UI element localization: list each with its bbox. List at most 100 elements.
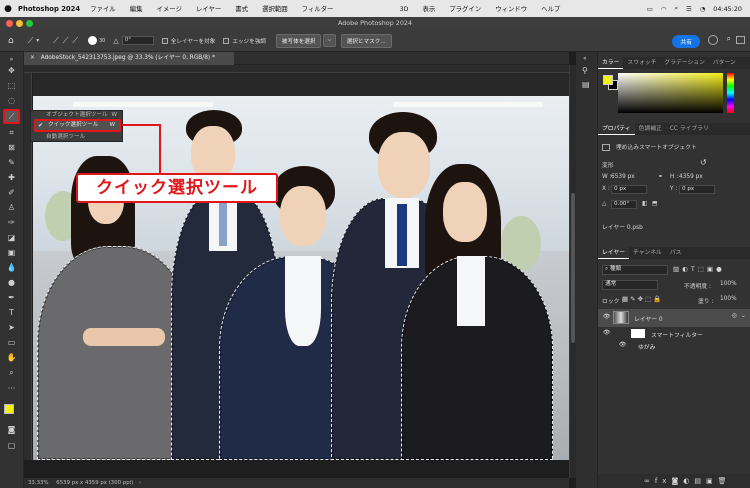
blend-mode-select[interactable]: 通常 <box>602 280 658 290</box>
pen-tool-icon[interactable]: ✒ <box>5 292 18 303</box>
move-tool-icon[interactable]: ✥ <box>5 65 18 76</box>
angle-field[interactable]: 0° <box>121 36 154 45</box>
healing-brush-tool-icon[interactable]: ✚ <box>5 172 18 183</box>
gradient-tool-icon[interactable]: ▣ <box>5 247 18 258</box>
learn-icon[interactable]: ⚲ <box>582 66 588 75</box>
tab-color[interactable]: カラー <box>598 57 624 69</box>
tab-libraries[interactable]: CC ライブラリ <box>666 123 713 135</box>
battery-icon[interactable]: ▭ <box>647 5 653 13</box>
link-icon[interactable]: ⚭ <box>658 174 663 180</box>
menu-plugins[interactable]: プラグイン <box>449 4 481 13</box>
dodge-tool-icon[interactable]: ● <box>5 277 18 288</box>
close-icon[interactable]: × <box>30 55 35 61</box>
chevron-right-icon[interactable]: › <box>139 480 141 486</box>
comments-icon[interactable]: ▤ <box>582 80 590 89</box>
filter-name[interactable]: ゆがみ <box>638 342 655 351</box>
hue-slider[interactable] <box>727 73 734 113</box>
share-button[interactable]: 共有 <box>672 35 700 48</box>
layer-filter-select[interactable]: ⌕ 種類 <box>602 265 668 275</box>
more-tools-icon[interactable]: ··· <box>5 383 18 394</box>
vertical-scrollbar[interactable] <box>569 65 576 478</box>
select-subject-button[interactable]: 被写体を選択 <box>275 33 322 48</box>
history-brush-tool-icon[interactable]: ✑ <box>5 217 18 228</box>
eraser-tool-icon[interactable]: ◪ <box>5 232 18 243</box>
photo-image[interactable] <box>33 96 569 460</box>
layers-footer-icons[interactable]: ∞fx◙◐▤▣🗑 <box>598 474 750 488</box>
flip-horizontal-icon[interactable]: ◧ <box>642 201 647 207</box>
eye-icon[interactable]: 👁 <box>603 330 610 336</box>
flip-vertical-icon[interactable]: ⬒ <box>652 201 657 207</box>
panel-foreground-swatch[interactable] <box>603 75 613 85</box>
enhance-edge-checkbox[interactable] <box>223 37 230 44</box>
clone-stamp-tool-icon[interactable]: ♙ <box>5 202 18 213</box>
tab-paths[interactable]: パス <box>666 247 686 259</box>
height-value[interactable]: 4359 px <box>679 174 703 180</box>
lasso-tool-icon[interactable]: ◌ <box>5 95 18 106</box>
smart-filter-label[interactable]: スマートフィルター <box>651 330 703 339</box>
frame-tool-icon[interactable]: ⊠ <box>5 142 18 153</box>
minimize-window-button[interactable] <box>16 20 23 27</box>
type-tool-icon[interactable]: T <box>5 307 18 318</box>
layer-row[interactable]: 👁 レイヤー 0 ◎ ⌄ <box>598 309 750 327</box>
document-tab[interactable]: × AdobeStock_542313753.jpeg @ 33.3% (レイヤ… <box>24 52 234 65</box>
x-field[interactable]: 0 px <box>611 185 647 194</box>
brush-picker-icon[interactable] <box>87 36 97 45</box>
foreground-color-swatch[interactable] <box>4 404 14 414</box>
add-selection-brush-icon[interactable]: ⟋ <box>63 36 69 46</box>
menu-view[interactable]: 表示 <box>422 4 435 13</box>
tab-properties[interactable]: プロパティ <box>598 123 635 135</box>
eye-icon[interactable]: 👁 <box>603 314 610 320</box>
layer-row[interactable]: 👁 ゆがみ <box>598 340 750 352</box>
y-field[interactable]: 0 px <box>679 185 715 194</box>
zoom-window-button[interactable] <box>26 20 33 27</box>
horizontal-ruler[interactable] <box>24 65 569 73</box>
flyout-item-magic-wand[interactable]: 自動選択ツール <box>34 133 121 142</box>
help-icon[interactable] <box>708 35 718 45</box>
collapse-arrows-icon[interactable]: « <box>583 55 587 62</box>
search-icon[interactable]: ⌕ <box>727 34 731 44</box>
screen-mode-icon[interactable]: ▢ <box>5 440 18 451</box>
tool-preset-icon[interactable]: ⟋ <box>28 36 34 46</box>
fill-value[interactable]: 100% <box>720 296 737 302</box>
home-icon[interactable]: ⌂ <box>8 36 14 46</box>
menu-app-name[interactable]: Photoshop 2024 <box>18 5 80 13</box>
tab-adjustments[interactable]: 色調補正 <box>635 123 666 135</box>
eye-icon[interactable]: 👁 <box>619 342 626 348</box>
select-and-mask-button[interactable]: 選択とマスク... <box>340 33 392 48</box>
path-selection-tool-icon[interactable]: ➤ <box>5 322 18 333</box>
hand-tool-icon[interactable]: ✋ <box>5 352 18 363</box>
scrollbar-thumb[interactable] <box>571 193 575 343</box>
crop-tool-icon[interactable]: ⌗ <box>5 127 18 138</box>
chevron-down-icon[interactable]: ▾ <box>36 38 39 44</box>
select-subject-menu-icon[interactable]: ⌵ <box>323 34 336 47</box>
new-selection-brush-icon[interactable]: ⟋ <box>53 36 59 46</box>
chevron-down-icon[interactable]: ⌄ <box>741 313 746 319</box>
layer-filter-icons[interactable]: ▨◐T⬚▣● <box>673 265 725 273</box>
tab-gradients[interactable]: グラデーション <box>660 57 708 69</box>
menu-edit[interactable]: 編集 <box>130 4 143 13</box>
close-window-button[interactable] <box>6 20 13 27</box>
collapse-arrows-icon[interactable]: » <box>5 54 18 65</box>
brush-tool-icon[interactable]: ✐ <box>5 187 18 198</box>
brush-size[interactable]: 30 <box>99 38 105 44</box>
menu-window[interactable]: ウィンドウ <box>495 4 527 13</box>
menu-file[interactable]: ファイル <box>90 4 116 13</box>
eyedropper-tool-icon[interactable]: ✎ <box>5 157 18 168</box>
menu-image[interactable]: イメージ <box>156 4 181 13</box>
sample-all-checkbox[interactable] <box>161 37 168 44</box>
smart-filter-icon[interactable]: ◎ <box>732 313 737 319</box>
menu-layer[interactable]: レイヤー <box>196 4 221 13</box>
apple-icon[interactable]: ● <box>0 4 16 14</box>
lock-icons[interactable]: ▦✎✥⬚🔒 <box>622 295 663 303</box>
menu-select[interactable]: 選択範囲 <box>262 4 288 13</box>
flyout-item-quick-selection[interactable]: ✔ クイック選択ツール W <box>34 119 121 132</box>
reset-transform-icon[interactable]: ↺ <box>700 158 707 167</box>
search-icon[interactable]: ⌕ <box>674 4 678 13</box>
layer-name[interactable]: レイヤー 0 <box>634 314 663 323</box>
opacity-value[interactable]: 100% <box>720 281 737 287</box>
rectangle-tool-icon[interactable]: ▭ <box>5 337 18 348</box>
menu-filter[interactable]: フィルター <box>302 4 334 13</box>
tab-swatches[interactable]: スウォッチ <box>623 57 660 69</box>
tab-layers[interactable]: レイヤー <box>598 247 630 259</box>
width-value[interactable]: 6539 px <box>611 174 635 180</box>
